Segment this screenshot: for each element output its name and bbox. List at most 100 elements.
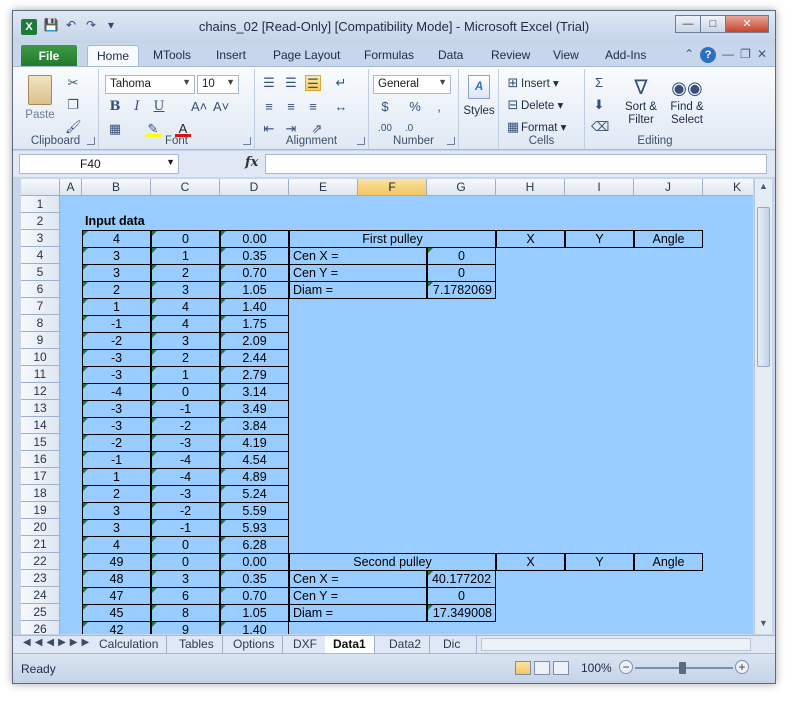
font-name-select[interactable]: Tahoma ▼ [105,75,195,94]
font-size-select[interactable]: 10 ▼ [197,75,239,94]
sheet-tab-tables[interactable]: Tables [171,636,223,653]
tab-add-ins[interactable]: Add-Ins [605,48,646,62]
first-pulley-cen-x-value[interactable]: 0 [427,247,496,265]
tab-page-layout[interactable]: Page Layout [273,48,340,62]
row-header-26[interactable]: 26 [21,621,60,634]
second-pulley-angle-header[interactable]: Angle [634,553,703,571]
tab-insert[interactable]: Insert [216,48,246,62]
column-header-k[interactable]: K [703,179,753,196]
cell-b23[interactable]: 48 [82,570,151,588]
name-box-dropdown-icon[interactable]: ▼ [166,157,175,167]
number-launcher-icon[interactable] [447,137,455,145]
align-right-icon[interactable]: ≡ [305,99,321,115]
cell-b13[interactable]: -3 [82,400,151,418]
alignment-launcher-icon[interactable] [357,137,365,145]
cell-c25[interactable]: 8 [151,604,220,622]
clear-icon[interactable]: ⌫ [591,119,609,135]
zoom-out-icon[interactable]: − [619,660,633,674]
cell-d15[interactable]: 4.19 [220,434,289,452]
cell-d10[interactable]: 2.44 [220,349,289,367]
cell-d23[interactable]: 0.35 [220,570,289,588]
row-header-15[interactable]: 15 [21,434,60,451]
worksheet-grid[interactable]: A B C D E F G H I J K 1 2 3 4 5 6 7 8 9 10 11 12 13 14 15 16 17 18 19… [21,179,753,634]
cell-c23[interactable]: 3 [151,570,220,588]
cell-c20[interactable]: -1 [151,519,220,537]
insert-function-icon[interactable]: fx [245,155,258,170]
first-pulley-x-header[interactable]: X [496,230,565,248]
bottom-align-icon[interactable]: ☰ [305,75,321,91]
formula-input[interactable] [265,154,767,174]
cell-c4[interactable]: 1 [151,247,220,265]
column-header-c[interactable]: C [151,179,220,196]
cell-d7[interactable]: 1.40 [220,298,289,316]
row-header-7[interactable]: 7 [21,298,60,315]
zoom-level[interactable]: 100% [581,661,612,675]
middle-align-icon[interactable]: ☰ [283,75,299,91]
wrap-text-icon[interactable]: ↵ [333,75,349,91]
underline-icon[interactable]: U [151,99,167,115]
cell-b3[interactable]: 4 [82,230,151,248]
cut-icon[interactable]: ✂ [65,75,81,91]
percent-icon[interactable]: % [407,99,423,115]
sheet-tab-calculation[interactable]: Calculation [91,636,168,653]
cell-c26[interactable]: 9 [151,621,220,634]
scroll-up-icon[interactable]: ▲ [757,181,770,195]
column-header-g[interactable]: G [427,179,496,196]
row-header-24[interactable]: 24 [21,587,60,604]
cell-b17[interactable]: 1 [82,468,151,486]
sheet-nav-icons[interactable]: ◀◀◀▶▶▶ [23,637,93,648]
cell-b5[interactable]: 3 [82,264,151,282]
sheet-tab-dxf[interactable]: DXF [285,636,326,653]
second-pulley-diam-label[interactable]: Diam = [289,604,427,622]
cell-b14[interactable]: -3 [82,417,151,435]
doc-minimize-icon[interactable]: — [722,47,734,63]
input-data-title[interactable]: Input data [82,213,289,231]
cell-d16[interactable]: 4.54 [220,451,289,469]
first-pulley-y-header[interactable]: Y [565,230,634,248]
first-pulley-cen-y-label[interactable]: Cen Y = [289,264,427,282]
currency-icon[interactable]: $ [377,99,393,115]
tab-review[interactable]: Review [491,48,530,62]
first-pulley-diam-value[interactable]: 7.1782069 [427,281,496,299]
row-header-10[interactable]: 10 [21,349,60,366]
cell-b8[interactable]: -1 [82,315,151,333]
first-pulley-cen-y-value[interactable]: 0 [427,264,496,282]
row-header-5[interactable]: 5 [21,264,60,281]
cell-d25[interactable]: 1.05 [220,604,289,622]
grow-font-icon[interactable]: A˄ [191,99,207,115]
page-layout-view-icon[interactable] [534,661,550,675]
cell-b16[interactable]: -1 [82,451,151,469]
column-header-a[interactable]: A [60,179,82,196]
cell-b7[interactable]: 1 [82,298,151,316]
cell-d21[interactable]: 6.28 [220,536,289,554]
sheet-tab-options[interactable]: Options [225,636,284,653]
cell-b4[interactable]: 3 [82,247,151,265]
row-header-2[interactable]: 2 [21,213,60,230]
row-header-1[interactable]: 1 [21,196,60,213]
first-pulley-diam-label[interactable]: Diam = [289,281,427,299]
column-header-d[interactable]: D [220,179,289,196]
second-pulley-cen-y-value[interactable]: 0 [427,587,496,605]
clipboard-launcher-icon[interactable] [87,137,95,145]
tab-data[interactable]: Data [438,48,463,62]
first-pulley-header[interactable]: First pulley [289,230,496,248]
row-header-25[interactable]: 25 [21,604,60,621]
cell-b20[interactable]: 3 [82,519,151,537]
row-header-11[interactable]: 11 [21,366,60,383]
find-select-button[interactable]: ◉◉ Find & Select [665,75,709,127]
cell-c14[interactable]: -2 [151,417,220,435]
row-header-21[interactable]: 21 [21,536,60,553]
cell-d5[interactable]: 0.70 [220,264,289,282]
page-break-view-icon[interactable] [553,661,569,675]
cell-c17[interactable]: -4 [151,468,220,486]
cell-c19[interactable]: -2 [151,502,220,520]
cell-c24[interactable]: 6 [151,587,220,605]
first-pulley-angle-header[interactable]: Angle [634,230,703,248]
collapse-ribbon-icon[interactable]: ⌃ [684,47,694,63]
delete-cells-button[interactable]: ⊟ Delete ▾ [505,97,564,113]
cell-c13[interactable]: -1 [151,400,220,418]
doc-restore-icon[interactable]: ❐ [740,47,751,63]
cell-c16[interactable]: -4 [151,451,220,469]
align-left-icon[interactable]: ≡ [261,99,277,115]
row-header-14[interactable]: 14 [21,417,60,434]
